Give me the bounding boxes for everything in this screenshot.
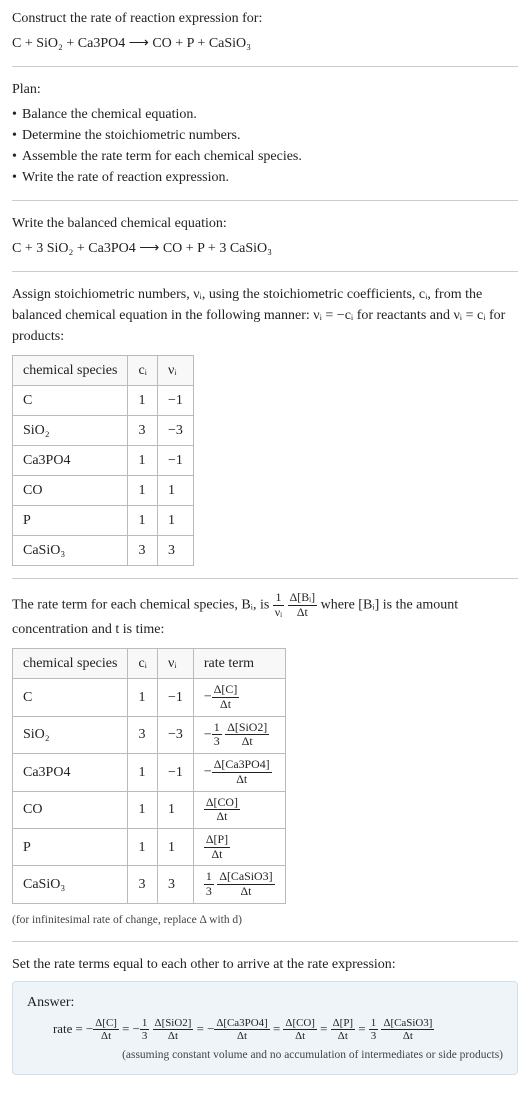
assign-section: Assign stoichiometric numbers, νᵢ, using… <box>12 284 518 566</box>
answer-line: rate = −Δ[C]Δt = −13 Δ[SiO2]Δt = −Δ[Ca3P… <box>27 1017 503 1043</box>
table-row: CaSiO₃3313 Δ[CaSiO3]Δt <box>13 866 286 903</box>
coeff-frac: 13 <box>140 1017 149 1043</box>
coeff-frac: 13 <box>212 721 222 749</box>
plan-item: Write the rate of reaction expression. <box>12 167 518 188</box>
table-row: Ca3PO41−1−Δ[Ca3PO4]Δt <box>13 754 286 791</box>
divider <box>12 200 518 201</box>
rate-frac: Δ[SiO2]Δt <box>153 1017 194 1043</box>
rate-frac: Δ[Ca3PO4]Δt <box>212 758 272 786</box>
divider <box>12 578 518 579</box>
balanced-label: Write the balanced chemical equation: <box>12 213 518 234</box>
rate-frac: Δ[P]Δt <box>204 833 230 861</box>
table-row: CO11Δ[CO]Δt <box>13 791 286 828</box>
rate-rows: C1−1−Δ[C]ΔtSiO₂3−3−13 Δ[SiO2]ΔtCa3PO41−1… <box>13 679 286 903</box>
rate-frac: Δ[P]Δt <box>331 1017 355 1043</box>
coeff-frac: 13 <box>369 1017 378 1043</box>
frac-1-over-v: 1 νᵢ <box>273 591 284 619</box>
col-v: νᵢ <box>157 356 193 386</box>
answer-note: (assuming constant volume and no accumul… <box>27 1047 503 1064</box>
balanced-section: Write the balanced chemical equation: C … <box>12 213 518 259</box>
table-row: SiO₂3−3−13 Δ[SiO2]Δt <box>13 716 286 753</box>
divider <box>12 941 518 942</box>
unbalanced-equation: C + SiO₂ + Ca3PO4 ⟶ CO + P + CaSiO₃ <box>12 33 518 54</box>
rate-frac: Δ[CO]Δt <box>283 1017 317 1043</box>
problem-statement: Construct the rate of reaction expressio… <box>12 8 518 54</box>
final-section: Set the rate terms equal to each other t… <box>12 954 518 1075</box>
table-row: CO11 <box>13 476 194 506</box>
table-row: Ca3PO41−1 <box>13 446 194 476</box>
plan-section: Plan: Balance the chemical equation. Det… <box>12 79 518 188</box>
plan-list: Balance the chemical equation. Determine… <box>12 104 518 188</box>
col-species: chemical species <box>13 356 128 386</box>
table-row: P11 <box>13 506 194 536</box>
table-row: CaSiO₃33 <box>13 536 194 566</box>
table-header-row: chemical species cᵢ νᵢ <box>13 356 194 386</box>
col-species: chemical species <box>13 649 128 679</box>
divider <box>12 271 518 272</box>
rate-frac: Δ[CaSiO3]Δt <box>217 870 274 898</box>
rate-frac: Δ[C]Δt <box>93 1017 119 1043</box>
table-row: C1−1−Δ[C]Δt <box>13 679 286 716</box>
rate-frac: Δ[C]Δt <box>212 683 240 711</box>
table-row: C1−1 <box>13 386 194 416</box>
balanced-equation: C + 3 SiO₂ + Ca3PO4 ⟶ CO + P + 3 CaSiO₃ <box>12 238 518 259</box>
rate-term-text: The rate term for each chemical species,… <box>12 591 518 640</box>
divider <box>12 66 518 67</box>
frac-dBi-dt: Δ[Bᵢ] Δt <box>288 591 317 619</box>
title: Construct the rate of reaction expressio… <box>12 8 518 29</box>
stoich-table: chemical species cᵢ νᵢ C1−1 SiO₂3−3 Ca3P… <box>12 355 194 566</box>
set-equal-text: Set the rate terms equal to each other t… <box>12 954 518 975</box>
answer-equation: rate = −Δ[C]Δt = −13 Δ[SiO2]Δt = −Δ[Ca3P… <box>27 1017 503 1043</box>
answer-label: Answer: <box>27 992 503 1013</box>
plan-item: Balance the chemical equation. <box>12 104 518 125</box>
plan-item: Assemble the rate term for each chemical… <box>12 146 518 167</box>
rate-term-table: chemical species cᵢ νᵢ rate term C1−1−Δ[… <box>12 648 286 903</box>
rate-frac: Δ[SiO2]Δt <box>225 721 269 749</box>
assign-text: Assign stoichiometric numbers, νᵢ, using… <box>12 284 518 347</box>
plan-label: Plan: <box>12 79 518 100</box>
col-rate: rate term <box>193 649 285 679</box>
infinitesimal-note: (for infinitesimal rate of change, repla… <box>12 912 518 929</box>
rate-term-section: The rate term for each chemical species,… <box>12 591 518 929</box>
table-row: P11Δ[P]Δt <box>13 828 286 865</box>
coeff-frac: 13 <box>204 870 214 898</box>
answer-box: Answer: rate = −Δ[C]Δt = −13 Δ[SiO2]Δt =… <box>12 981 518 1075</box>
table-header-row: chemical species cᵢ νᵢ rate term <box>13 649 286 679</box>
col-c: cᵢ <box>128 356 158 386</box>
plan-item: Determine the stoichiometric numbers. <box>12 125 518 146</box>
col-v: νᵢ <box>157 649 193 679</box>
rate-frac: Δ[CaSiO3]Δt <box>381 1017 434 1043</box>
rate-frac: Δ[Ca3PO4]Δt <box>214 1017 269 1043</box>
table-row: SiO₂3−3 <box>13 416 194 446</box>
rate-frac: Δ[CO]Δt <box>204 796 240 824</box>
col-c: cᵢ <box>128 649 158 679</box>
